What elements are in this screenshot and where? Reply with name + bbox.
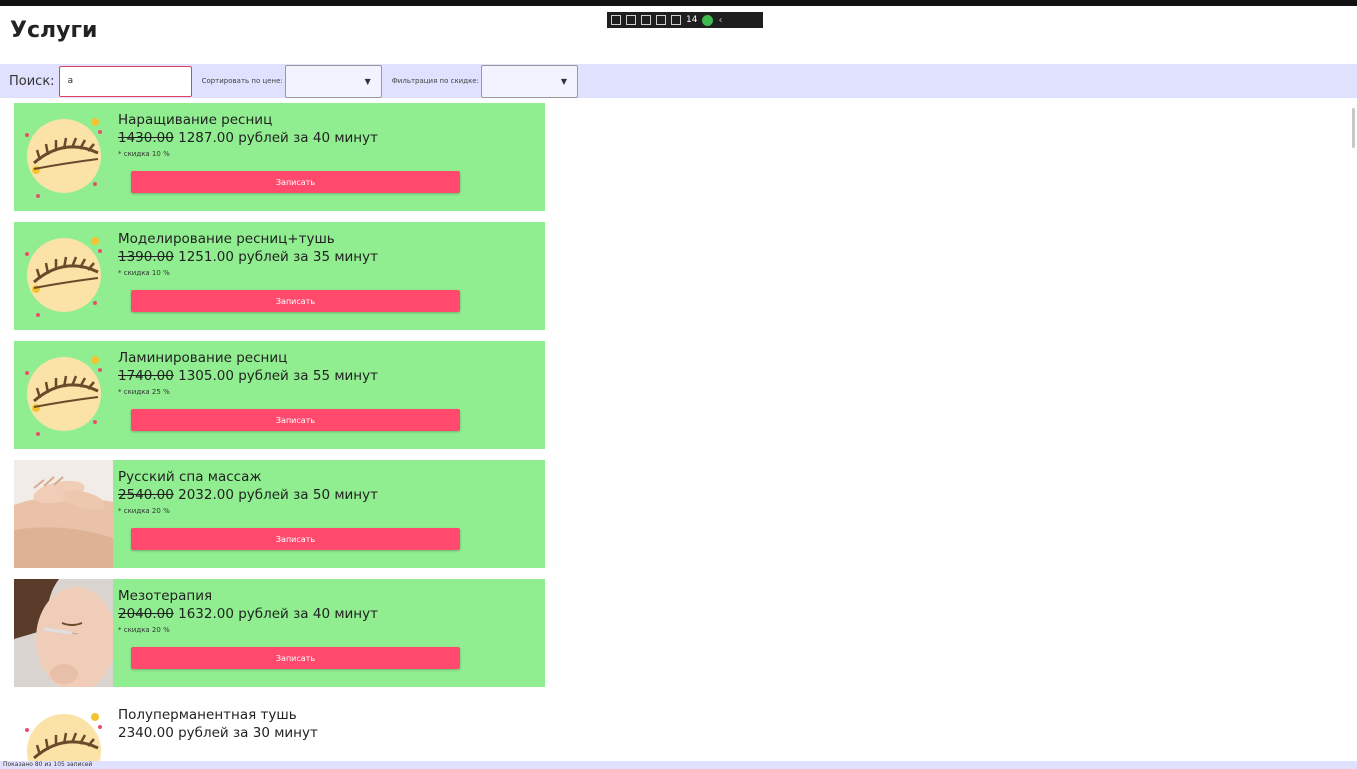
status-ok-icon[interactable] — [702, 14, 714, 26]
old-price: 2040.00 — [118, 606, 174, 622]
sort-select[interactable]: ▼ — [284, 64, 382, 98]
search-input[interactable] — [58, 65, 192, 97]
service-card: Ламинирование ресниц 1740.00 1305.00 руб… — [14, 341, 545, 449]
binding-icon[interactable] — [671, 15, 681, 25]
track-focus-icon[interactable] — [641, 15, 651, 25]
old-price: 1390.00 — [118, 249, 174, 265]
service-card: Мезотерапия 2040.00 1632.00 рублей за 40… — [14, 579, 545, 687]
service-price: 2040.00 1632.00 рублей за 40 минут — [118, 606, 378, 622]
display-layout-icon[interactable] — [626, 15, 636, 25]
service-name: Моделирование ресниц+тушь — [118, 231, 335, 247]
search-label: Поиск: — [9, 73, 55, 89]
page-title: Услуги — [10, 18, 98, 43]
service-card: Полуперманентная тушь 2340.00 рублей за … — [14, 698, 545, 761]
new-price: 1251.00 рублей за 35 минут — [173, 249, 378, 265]
service-price: 1390.00 1251.00 рублей за 35 минут — [118, 249, 378, 265]
face-photo — [14, 579, 113, 687]
new-price: 1305.00 рублей за 55 минут — [173, 368, 378, 384]
lash-icon — [14, 103, 113, 211]
chevron-down-icon: ▼ — [560, 76, 567, 86]
new-price: 2340.00 рублей за 30 минут — [118, 725, 318, 741]
select-element-icon[interactable] — [611, 15, 621, 25]
service-name: Русский спа массаж — [118, 469, 262, 485]
discount-note: * скидка 20 % — [118, 626, 170, 634]
service-price: 1740.00 1305.00 рублей за 55 минут — [118, 368, 378, 384]
records-counter: Показано 80 из 105 записей — [0, 761, 1357, 769]
service-price: 1430.00 1287.00 рублей за 40 минут — [118, 130, 378, 146]
debug-toolbar: 14 ‹ — [607, 12, 763, 28]
massage-photo — [14, 460, 113, 568]
lash-icon — [14, 341, 113, 449]
book-button[interactable]: Записать — [131, 290, 460, 312]
old-price: 2540.00 — [118, 487, 174, 503]
lash-icon — [14, 698, 113, 761]
book-button[interactable]: Записать — [131, 409, 460, 431]
discount-filter-select[interactable]: ▼ — [480, 64, 578, 98]
service-name: Мезотерапия — [118, 588, 213, 604]
adorner-icon[interactable] — [656, 15, 666, 25]
service-card: Моделирование ресниц+тушь 1390.00 1251.0… — [14, 222, 545, 330]
service-name: Ламинирование ресниц — [118, 350, 288, 366]
book-button[interactable]: Записать — [131, 528, 460, 550]
service-card: Русский спа массаж 2540.00 2032.00 рубле… — [14, 460, 545, 568]
new-price: 1632.00 рублей за 40 минут — [173, 606, 378, 622]
window-top-border — [0, 0, 1357, 6]
new-price: 1287.00 рублей за 40 минут — [173, 130, 378, 146]
book-button[interactable]: Записать — [131, 171, 460, 193]
service-price: 2540.00 2032.00 рублей за 50 минут — [118, 487, 378, 503]
service-price: 2340.00 рублей за 30 минут — [118, 725, 318, 741]
binding-failures-count[interactable]: 14 — [686, 15, 697, 25]
old-price: 1740.00 — [118, 368, 174, 384]
filter-toolbar: Поиск: Сортировать по цене: ▼ Фильтрация… — [0, 64, 1357, 98]
discount-note: * скидка 20 % — [118, 507, 170, 515]
chevron-down-icon: ▼ — [364, 76, 371, 86]
collapse-toolbar-icon[interactable]: ‹ — [718, 15, 722, 26]
old-price: 1430.00 — [118, 130, 174, 146]
service-card: Наращивание ресниц 1430.00 1287.00 рубле… — [14, 103, 545, 211]
book-button[interactable]: Записать — [131, 647, 460, 669]
lash-icon — [14, 222, 113, 330]
service-name: Полуперманентная тушь — [118, 707, 297, 723]
discount-note: * скидка 10 % — [118, 269, 170, 277]
sort-label: Сортировать по цене: — [201, 77, 283, 85]
discount-note: * скидка 25 % — [118, 388, 170, 396]
new-price: 2032.00 рублей за 50 минут — [173, 487, 378, 503]
service-name: Наращивание ресниц — [118, 112, 273, 128]
discount-filter-label: Фильтрация по скидке: — [391, 77, 479, 85]
scrollbar-thumb[interactable] — [1352, 108, 1355, 148]
discount-note: * скидка 10 % — [118, 150, 170, 158]
